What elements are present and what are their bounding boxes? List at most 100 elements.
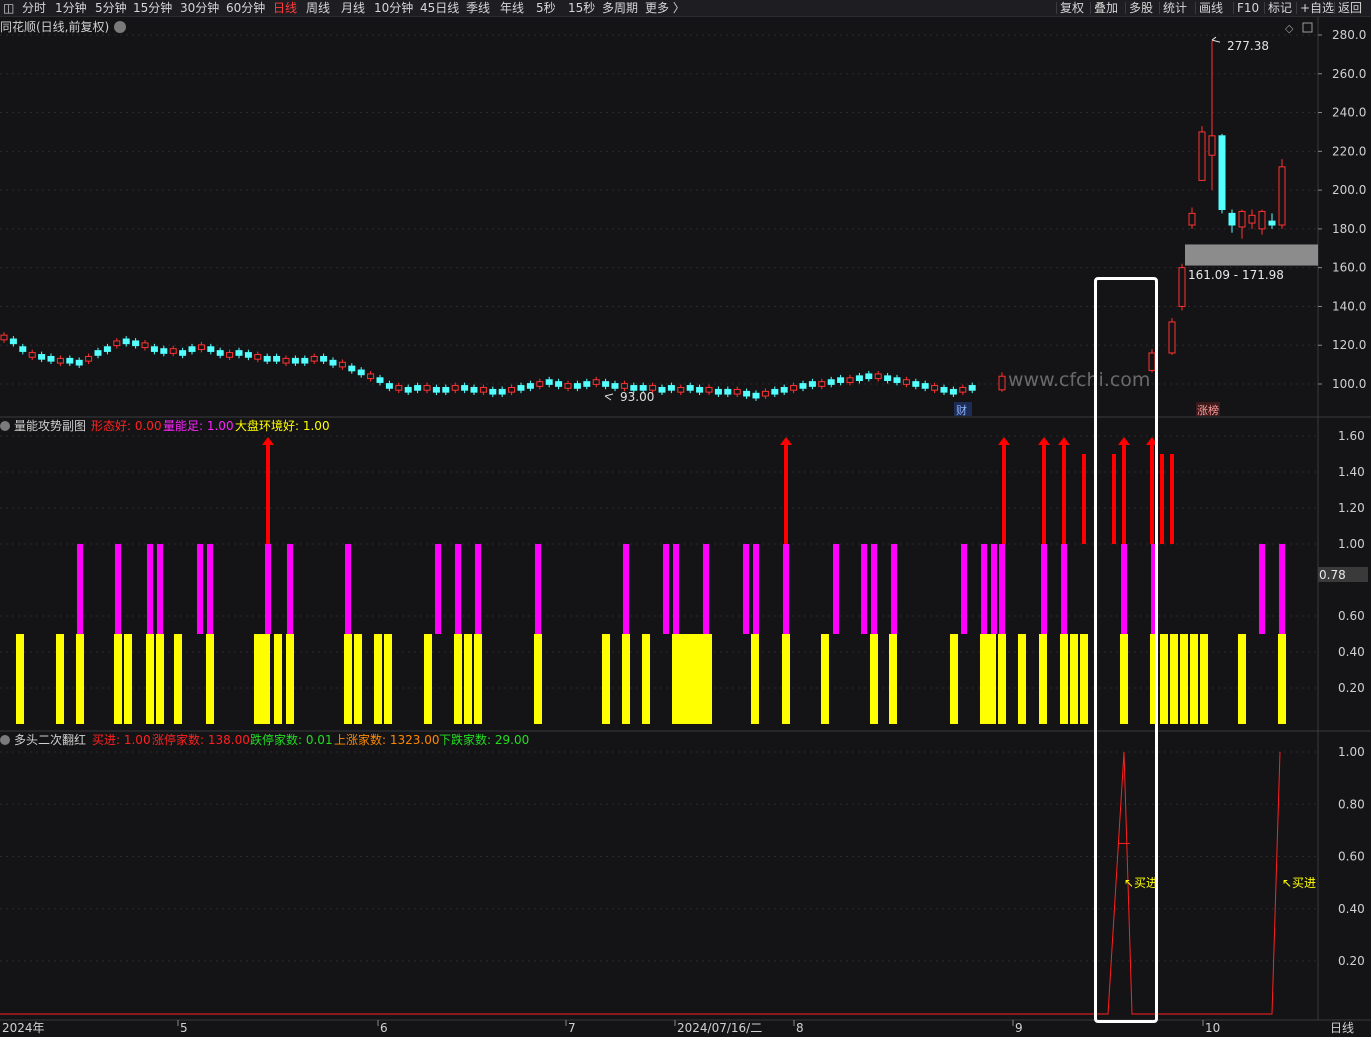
period-tab-4[interactable]: 30分钟 [180, 0, 219, 16]
red-bar [1062, 445, 1066, 544]
magenta-bar [833, 544, 839, 634]
toolbar-button-6[interactable]: 标记 [1268, 0, 1292, 16]
yellow-bar [124, 634, 132, 724]
candle [367, 373, 375, 380]
candle [686, 385, 694, 391]
period-tab-14[interactable]: 15秒 [568, 0, 595, 16]
toolbar-button-5[interactable]: F10 [1237, 0, 1259, 16]
magenta-bar [753, 544, 759, 634]
candle [1208, 135, 1216, 156]
toolbar-separator [1264, 2, 1265, 14]
candle [207, 346, 215, 352]
toolbar-button-1[interactable]: 叠加 [1094, 0, 1118, 16]
magenta-bar [475, 544, 481, 634]
toolbar-button-0[interactable]: 复权 [1060, 0, 1084, 16]
toolbar-separator [1090, 2, 1091, 14]
x-axis-label: 2024/07/16/二 [677, 1021, 762, 1035]
sub2-legend-3: 上涨家数: 1323.00 [334, 732, 439, 747]
sub1-legend-2: 大盘环境好: 1.00 [235, 418, 330, 433]
magenta-bar [703, 544, 709, 634]
x-axis-label: 7 [568, 1021, 576, 1035]
yellow-bar [622, 634, 630, 724]
candle [1258, 210, 1266, 230]
yellow-bar [1070, 634, 1078, 724]
toolbar-button-7[interactable]: +自选 [1300, 0, 1334, 16]
yellow-bar [998, 634, 1006, 724]
magenta-bar [1061, 544, 1067, 634]
sub2-legend-0: 买进: 1.00 [92, 733, 151, 747]
toolbar-button-3[interactable]: 统计 [1163, 0, 1187, 16]
stock-chart: 同花顺(日线,前复权) ◇ 277.38 93.00 161.09 - 171.… [0, 17, 1371, 1037]
candle [376, 377, 384, 383]
magenta-bar [783, 544, 789, 634]
period-tab-7[interactable]: 周线 [306, 0, 330, 16]
period-tab-13[interactable]: 5秒 [536, 0, 556, 16]
sub1-menu-icon[interactable] [0, 421, 10, 431]
sub1-legend-0: 形态好: 0.00 [91, 419, 162, 433]
limit-up-badge[interactable]: 涨榜 [1197, 403, 1219, 417]
toolbar-separator [1334, 2, 1335, 14]
candle [385, 383, 393, 389]
candle [968, 385, 976, 391]
period-tab-9[interactable]: 10分钟 [374, 0, 413, 16]
diamond-icon[interactable]: ◇ [1285, 22, 1294, 35]
yellow-bar [56, 634, 64, 724]
candle [216, 350, 224, 356]
sub2-y-tick-label: 0.60 [1338, 850, 1365, 864]
period-tab-15[interactable]: 多周期 [602, 0, 638, 16]
candle [85, 355, 93, 362]
yellow-bar [688, 634, 696, 724]
toolbar-button-2[interactable]: 多股 [1129, 0, 1153, 16]
period-tab-1[interactable]: 1分钟 [55, 0, 87, 16]
yellow-bar [354, 634, 362, 724]
period-tab-5[interactable]: 60分钟 [226, 0, 265, 16]
candle [508, 386, 516, 393]
candle [150, 346, 158, 352]
period-tab-0[interactable]: 分时 [22, 0, 46, 16]
sub1-legend-1: 量能足: 1.00 [163, 419, 234, 433]
period-tab-11[interactable]: 季线 [466, 0, 490, 16]
candle [1228, 212, 1236, 226]
candle [273, 355, 281, 362]
candle [865, 373, 873, 380]
toolbar-separator [1159, 2, 1160, 14]
candle [696, 386, 704, 393]
period-tab-12[interactable]: 年线 [500, 0, 524, 16]
candle [555, 381, 563, 387]
yellow-bar [76, 634, 84, 724]
toolbar-button-8[interactable]: 返回 [1338, 0, 1362, 16]
sub2-menu-icon[interactable] [0, 735, 10, 745]
candle [451, 385, 459, 391]
magenta-bar [157, 544, 163, 634]
candle [931, 385, 939, 391]
panel-menu-icon[interactable] [114, 21, 126, 33]
candle [254, 354, 262, 360]
period-tab-10[interactable]: 45日线 [420, 0, 459, 16]
period-tab-16[interactable]: 更多 〉 [645, 0, 685, 16]
candle [169, 348, 177, 354]
candle [75, 359, 83, 366]
period-tab-2[interactable]: 5分钟 [95, 0, 127, 16]
yellow-bar [980, 634, 988, 724]
period-tab-3[interactable]: 15分钟 [133, 0, 172, 16]
candle [226, 352, 234, 358]
magenta-bar [147, 544, 153, 634]
magenta-bar [623, 544, 629, 634]
sub1-y-tick-label: 0.60 [1338, 609, 1365, 623]
candle [47, 355, 55, 362]
yellow-bar [1190, 634, 1198, 724]
finance-badge[interactable]: 财 [956, 403, 967, 417]
toolbar-button-4[interactable]: 画线 [1199, 0, 1223, 16]
period-tab-6[interactable]: 日线 [273, 0, 297, 16]
candle [940, 386, 948, 393]
yellow-bar [262, 634, 270, 724]
candle [846, 377, 854, 383]
candle [160, 348, 168, 354]
red-bar [1160, 454, 1164, 544]
magenta-bar [871, 544, 877, 634]
panel-toggle-icon[interactable]: ◫ [3, 0, 14, 16]
yellow-bar [1039, 634, 1047, 724]
main-y-tick-label: 280.0 [1332, 28, 1366, 42]
candle [808, 381, 816, 387]
period-tab-8[interactable]: 月线 [341, 0, 365, 16]
